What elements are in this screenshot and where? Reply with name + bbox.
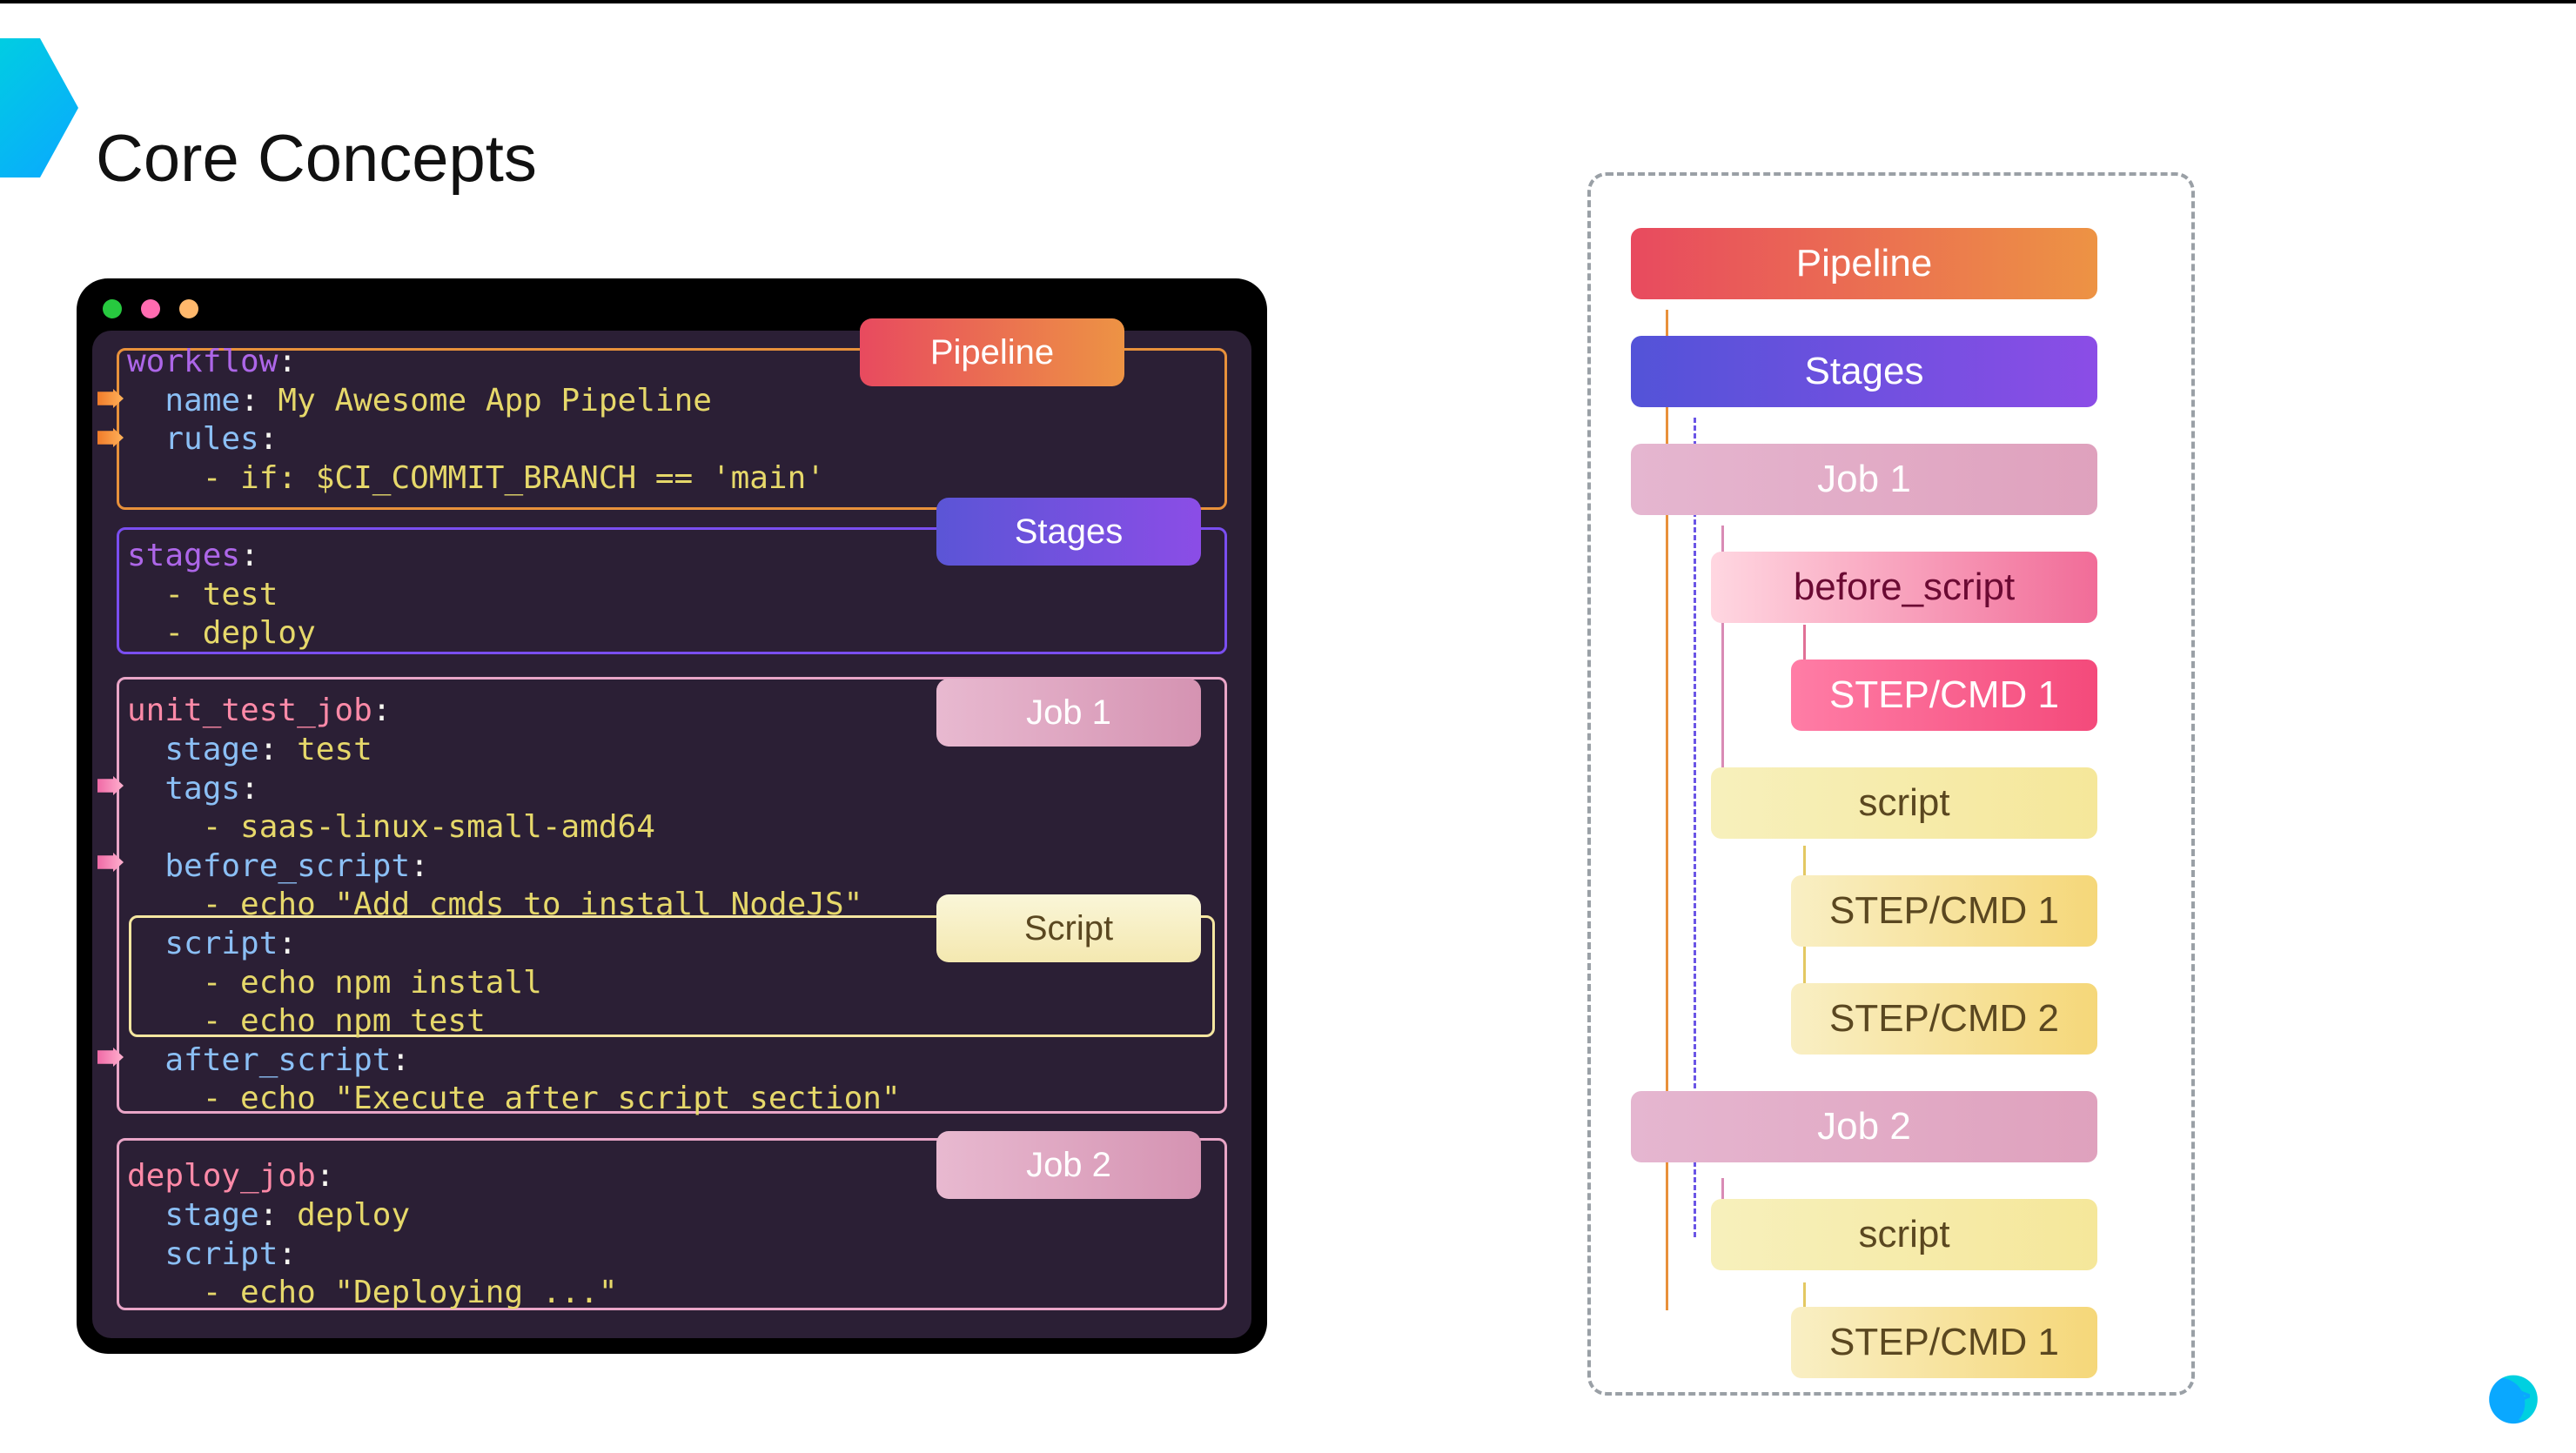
hier-stages: Stages [1631,336,2097,407]
hier-script2: script [1711,1199,2097,1270]
code-body: Pipeline Stages Job 1 Script Job 2 workf… [92,331,1251,1338]
slide: Core Concepts Pipeline Stages Job 1 Scri… [0,0,2576,1453]
hier-step-before-1: STEP/CMD 1 [1791,660,2097,731]
window-dot-orange-icon [179,299,198,318]
hierarchy-panel: Pipeline Stages Job 1 before_script STEP… [1587,172,2195,1396]
yaml-code: workflow: name: My Awesome App Pipeline … [127,343,1217,1313]
window-dot-pink-icon [141,299,160,318]
hier-step-script-1: STEP/CMD 1 [1791,875,2097,947]
hier-pipeline: Pipeline [1631,228,2097,299]
corner-accent-icon [0,38,78,177]
brand-logo-icon: <> [2475,1357,2552,1434]
hier-job1: Job 1 [1631,444,2097,515]
code-window: Pipeline Stages Job 1 Script Job 2 workf… [77,278,1267,1354]
hier-step-job2-1: STEP/CMD 1 [1791,1307,2097,1378]
hier-step-script-2: STEP/CMD 2 [1791,983,2097,1055]
hier-script: script [1711,767,2097,839]
page-title: Core Concepts [96,121,537,197]
hier-job2: Job 2 [1631,1091,2097,1162]
window-dot-green-icon [103,299,122,318]
hier-before-script: before_script [1711,552,2097,623]
